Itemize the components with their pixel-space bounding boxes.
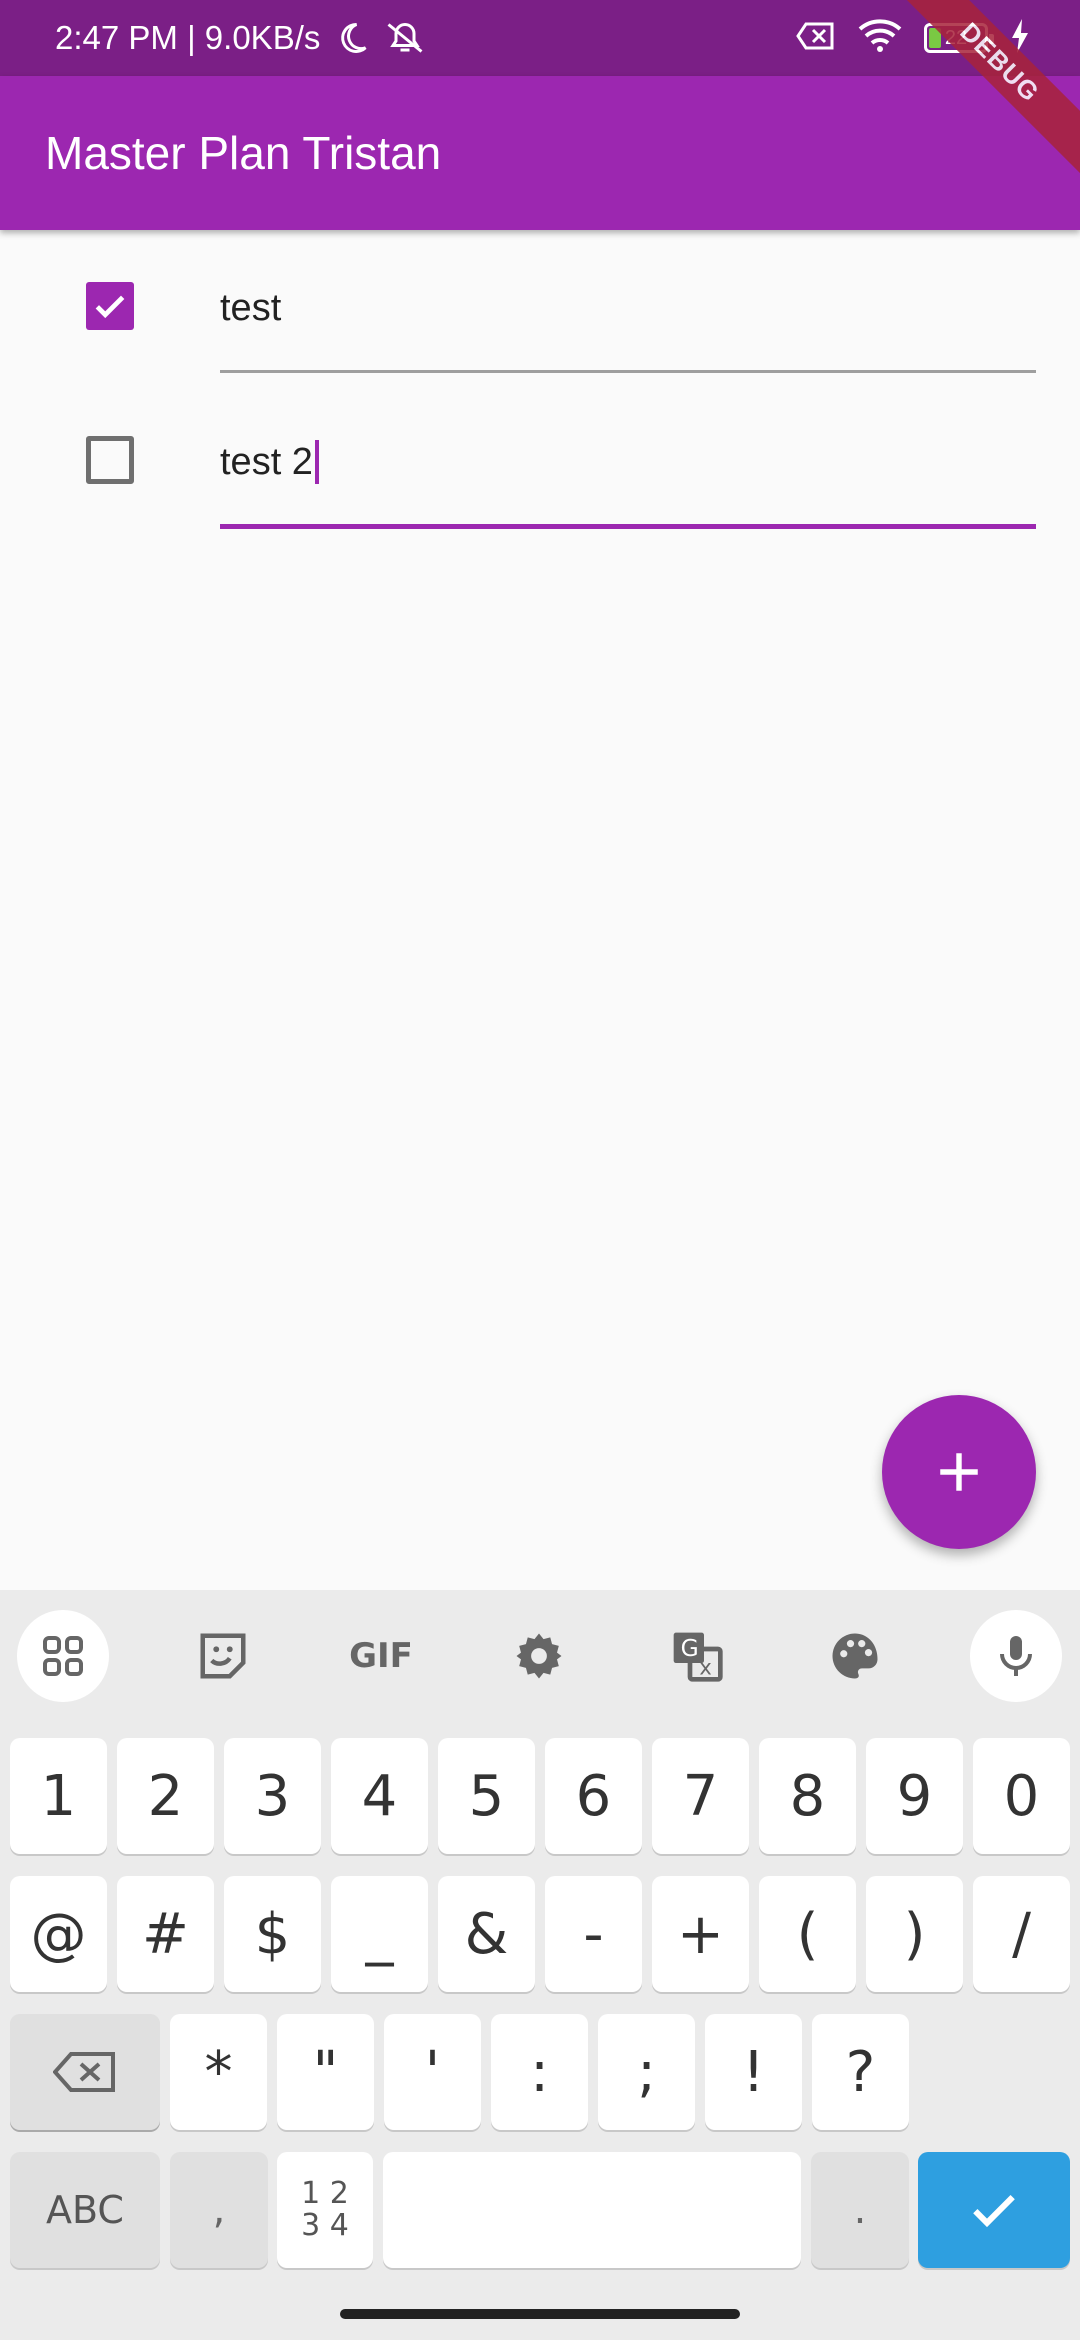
- space-key[interactable]: [383, 2152, 801, 2268]
- symbol-key-0[interactable]: @: [10, 1876, 107, 1992]
- symbol-key-7[interactable]: ?: [812, 2014, 909, 2130]
- add-icon: [940, 1453, 978, 1491]
- translate-icon[interactable]: Gx: [651, 1610, 743, 1702]
- number-key-3[interactable]: 4: [331, 1738, 428, 1854]
- symbol-key-4[interactable]: &: [438, 1876, 535, 1992]
- palette-icon[interactable]: [809, 1610, 901, 1702]
- sim-off-icon: [796, 20, 836, 57]
- abc-key[interactable]: ABC: [10, 2152, 160, 2268]
- status-left: 2:47 PM | 9.0KB/s: [55, 0, 426, 76]
- symbol-key-5[interactable]: -: [545, 1876, 642, 1992]
- bell-off-icon: [384, 20, 426, 56]
- symbol-key-1[interactable]: *: [170, 2014, 267, 2130]
- home-indicator[interactable]: [340, 2309, 740, 2319]
- field-underline: [220, 370, 1036, 373]
- period-key[interactable]: .: [811, 2152, 909, 2268]
- symbol-key-6[interactable]: !: [705, 2014, 802, 2130]
- numpad-top: 1 2: [301, 2176, 349, 2211]
- moon-icon: [334, 20, 370, 56]
- number-key-6[interactable]: 7: [652, 1738, 749, 1854]
- symbol-key-5[interactable]: ;: [598, 2014, 695, 2130]
- svg-text:G: G: [681, 1634, 699, 1662]
- checkbox-checked[interactable]: [86, 282, 134, 330]
- symbol-key-7[interactable]: (: [759, 1876, 856, 1992]
- number-key-5[interactable]: 6: [545, 1738, 642, 1854]
- symbol-key-2[interactable]: $: [224, 1876, 321, 1992]
- page-title: Master Plan Tristan: [45, 127, 442, 179]
- status-time: 2:47 PM | 9.0KB/s: [55, 19, 321, 56]
- number-key-4[interactable]: 5: [438, 1738, 535, 1854]
- number-key-0[interactable]: 1: [10, 1738, 107, 1854]
- check-icon: [95, 295, 125, 319]
- gif-icon[interactable]: GIF: [335, 1610, 427, 1702]
- sticker-icon[interactable]: [177, 1610, 269, 1702]
- symbol-key-9[interactable]: /: [973, 1876, 1070, 1992]
- apps-grid-icon[interactable]: [17, 1610, 109, 1702]
- number-key-1[interactable]: 2: [117, 1738, 214, 1854]
- backspace-key[interactable]: [10, 2014, 160, 2130]
- number-key-8[interactable]: 9: [866, 1738, 963, 1854]
- symbol-key-6[interactable]: +: [652, 1876, 749, 1992]
- add-button[interactable]: [882, 1395, 1036, 1549]
- settings-icon[interactable]: [493, 1610, 585, 1702]
- symbol-key-3[interactable]: _: [331, 1876, 428, 1992]
- todo-text: test: [220, 286, 282, 329]
- todo-text-field-focused[interactable]: test 2: [220, 422, 1036, 502]
- keyboard: GIF Gx 1234567890 @#$_&-+()/ =\<*"':;!? …: [0, 1590, 1080, 2340]
- svg-text:x: x: [699, 1656, 711, 1680]
- symbol-key-1[interactable]: #: [117, 1876, 214, 1992]
- keyboard-toolbar: GIF Gx: [0, 1590, 1080, 1710]
- microphone-icon[interactable]: [970, 1610, 1062, 1702]
- symbol-key-8[interactable]: ): [866, 1876, 963, 1992]
- list-item: test 2: [0, 386, 1080, 536]
- number-key-2[interactable]: 3: [224, 1738, 321, 1854]
- check-icon: [973, 2195, 1015, 2228]
- app-bar: Master Plan Tristan: [0, 76, 1080, 230]
- field-underline-focused: [220, 524, 1036, 529]
- todo-text: test 2: [220, 440, 313, 483]
- wifi-icon: [858, 18, 902, 58]
- symbol-key-2[interactable]: ": [277, 2014, 374, 2130]
- number-key-7[interactable]: 8: [759, 1738, 856, 1854]
- number-key-9[interactable]: 0: [973, 1738, 1070, 1854]
- todo-text-field[interactable]: test: [220, 268, 1036, 348]
- enter-key[interactable]: [918, 2152, 1070, 2268]
- checkbox-unchecked[interactable]: [86, 436, 134, 484]
- comma-key[interactable]: ,: [170, 2152, 268, 2268]
- list-item: test: [0, 232, 1080, 382]
- symbol-key-3[interactable]: ': [384, 2014, 481, 2130]
- text-caret: [314, 440, 319, 484]
- numpad-bottom: 3 4: [301, 2208, 349, 2243]
- symbol-key-4[interactable]: :: [491, 2014, 588, 2130]
- numpad-key[interactable]: 1 2 3 4: [277, 2152, 373, 2268]
